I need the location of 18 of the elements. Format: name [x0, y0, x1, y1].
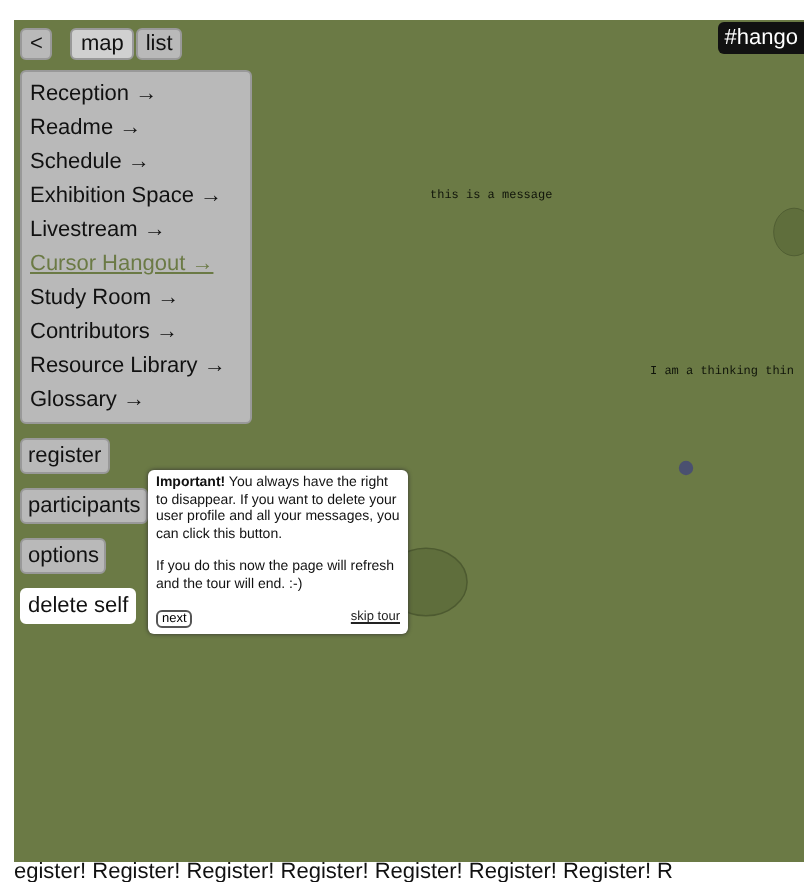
- view-tab[interactable]: map: [70, 28, 134, 60]
- action-button[interactable]: participants: [20, 488, 149, 524]
- view-tab[interactable]: list: [135, 28, 183, 60]
- room-link[interactable]: Study Room →: [30, 282, 242, 314]
- room-link[interactable]: Livestream →: [30, 214, 242, 246]
- room-link[interactable]: Schedule →: [30, 146, 242, 178]
- room-link[interactable]: Reception →: [30, 78, 242, 110]
- room-link[interactable]: Exhibition Space →: [30, 180, 242, 212]
- room-link[interactable]: Resource Library →: [30, 350, 242, 382]
- cursor-dot: [678, 460, 694, 476]
- back-button[interactable]: <: [20, 28, 53, 60]
- action-button[interactable]: options: [20, 538, 107, 574]
- room-link[interactable]: Glossary →: [30, 384, 242, 416]
- action-button[interactable]: register: [20, 438, 110, 474]
- room-link[interactable]: Readme →: [30, 112, 242, 144]
- channel-tag: #hango: [718, 22, 804, 54]
- room-link[interactable]: Contributors →: [30, 316, 242, 348]
- action-button[interactable]: delete self: [20, 588, 137, 624]
